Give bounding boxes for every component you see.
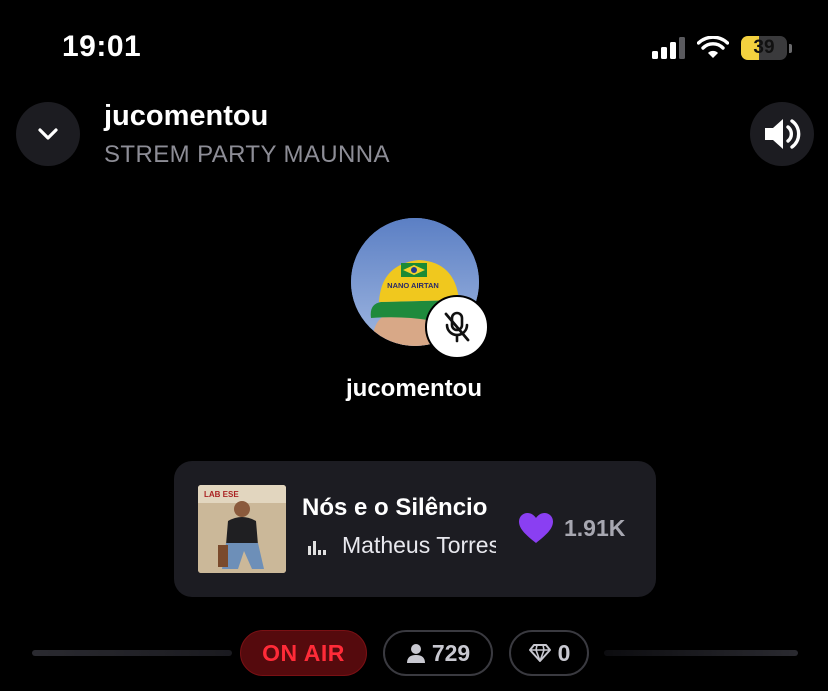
host-name: jucomentou: [346, 375, 482, 402]
speaker-icon: [765, 119, 801, 149]
track-title: Nós e o Silêncio: [302, 494, 488, 521]
listener-count-button[interactable]: 729: [383, 630, 493, 676]
divider-left: [32, 650, 232, 656]
gem-count-button[interactable]: 0: [509, 630, 589, 676]
signal-icon: [652, 37, 685, 59]
battery-icon: 39: [741, 36, 787, 60]
room-host-title: jucomentou: [104, 100, 269, 132]
now-playing-card[interactable]: LAB ESE Nós e o Silêncio Matheus Torres …: [174, 461, 656, 597]
album-art: LAB ESE: [198, 485, 286, 573]
room-name: STREM PARTY MAUNNA: [104, 141, 390, 168]
chevron-down-icon: [38, 128, 58, 140]
mute-badge: [425, 295, 489, 359]
status-indicators: 39: [652, 36, 792, 60]
avatar-cap-text: NANO AIRTAN: [387, 281, 439, 290]
diamond-icon: [528, 644, 551, 662]
album-text: LAB ESE: [204, 490, 239, 499]
speaker-button[interactable]: [750, 102, 814, 166]
like-count: 1.91K: [564, 515, 626, 541]
battery-percent: 39: [753, 37, 775, 58]
person-icon: [406, 644, 425, 663]
mic-off-icon: [444, 311, 470, 343]
wifi-icon: [697, 36, 729, 58]
heart-icon[interactable]: [518, 512, 554, 544]
equalizer-icon: [308, 541, 326, 555]
gem-count: 0: [557, 639, 571, 666]
listener-count: 729: [431, 639, 471, 666]
track-artist: Matheus Torres: [342, 532, 496, 558]
status-time: 19:01: [62, 30, 142, 63]
on-air-label: ON AIR: [262, 639, 345, 666]
divider-right: [604, 650, 798, 656]
collapse-button[interactable]: [16, 102, 80, 166]
on-air-badge: ON AIR: [240, 630, 367, 676]
